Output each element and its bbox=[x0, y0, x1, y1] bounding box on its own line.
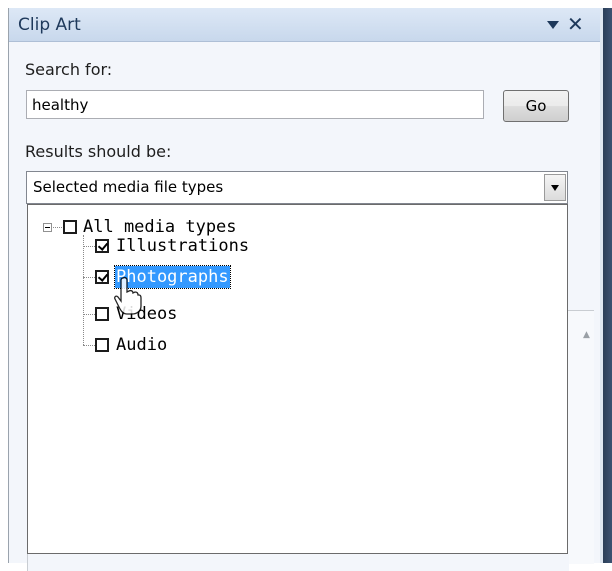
checkbox-photographs[interactable] bbox=[95, 270, 109, 284]
pane-options-dropdown-icon[interactable] bbox=[547, 21, 559, 29]
go-button[interactable]: Go bbox=[503, 90, 569, 122]
tree-connector bbox=[83, 314, 95, 315]
search-for-label: Search for: bbox=[25, 60, 113, 79]
media-type-select[interactable]: Selected media file types bbox=[26, 171, 568, 204]
tree-connector bbox=[83, 345, 95, 346]
media-type-select-value: Selected media file types bbox=[33, 178, 224, 196]
media-types-tree: All media types Illustrations Photograph… bbox=[27, 204, 568, 554]
pane-title-bar: Clip Art ✕ bbox=[9, 8, 600, 42]
tree-item-illustrations[interactable]: Illustrations bbox=[115, 235, 250, 257]
pane-title: Clip Art bbox=[18, 15, 81, 35]
search-input[interactable] bbox=[26, 90, 484, 119]
window-edge bbox=[600, 8, 612, 563]
checkbox-all-media-types[interactable] bbox=[63, 220, 77, 234]
checkbox-illustrations[interactable] bbox=[95, 239, 109, 253]
hand-cursor-icon bbox=[114, 276, 142, 315]
checkbox-videos[interactable] bbox=[95, 307, 109, 321]
tree-connector bbox=[83, 277, 95, 278]
results-should-be-label: Results should be: bbox=[25, 142, 172, 161]
tree-item-audio[interactable]: Audio bbox=[115, 334, 168, 356]
scroll-up-icon: ▲ bbox=[583, 330, 590, 340]
tree-connector bbox=[53, 227, 62, 228]
checkbox-audio[interactable] bbox=[95, 338, 109, 352]
collapse-icon[interactable] bbox=[43, 223, 52, 232]
close-icon[interactable]: ✕ bbox=[567, 12, 584, 36]
tree-connector bbox=[83, 235, 84, 345]
chevron-down-icon[interactable] bbox=[544, 174, 566, 201]
tree-connector bbox=[83, 246, 95, 247]
clip-art-task-pane: Clip Art ✕ Search for: Go Results should… bbox=[8, 8, 600, 571]
